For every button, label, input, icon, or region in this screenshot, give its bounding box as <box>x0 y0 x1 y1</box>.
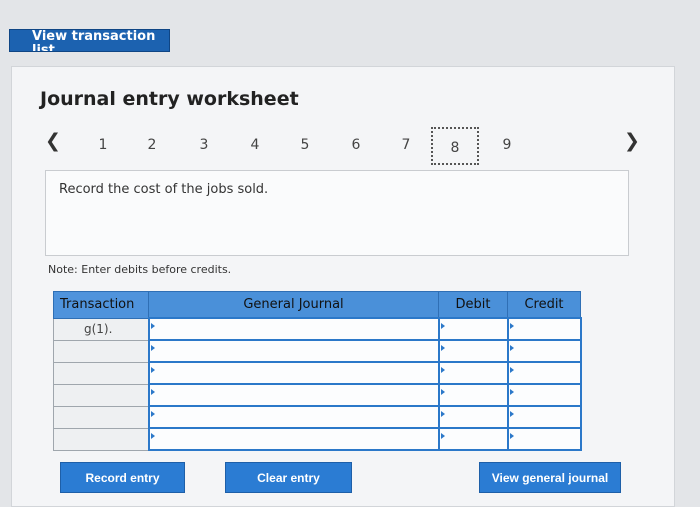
debit-input[interactable] <box>437 427 509 451</box>
page-5[interactable]: 5 <box>295 137 315 153</box>
credit-input[interactable] <box>506 383 582 407</box>
transaction-cell: g(1). <box>53 317 149 341</box>
clear-entry-button[interactable]: Clear entry <box>225 462 352 493</box>
page-1[interactable]: 1 <box>93 137 113 153</box>
table-row <box>53 427 582 451</box>
page-7[interactable]: 7 <box>396 137 416 153</box>
credit-input[interactable] <box>506 339 582 363</box>
note-text: Note: Enter debits before credits. <box>48 263 232 276</box>
table-row <box>53 339 582 363</box>
page-2[interactable]: 2 <box>142 137 162 153</box>
debit-input[interactable] <box>437 361 509 385</box>
page-6[interactable]: 6 <box>346 137 366 153</box>
chevron-right-icon[interactable]: ❯ <box>624 130 640 152</box>
table-row <box>53 361 582 385</box>
table-row <box>53 405 582 429</box>
page-8-active[interactable]: 8 <box>431 127 479 165</box>
credit-input[interactable] <box>506 405 582 429</box>
header-credit: Credit <box>507 291 581 319</box>
table-row: g(1). <box>53 317 582 341</box>
view-general-journal-button[interactable]: View general journal <box>479 462 621 493</box>
account-input[interactable] <box>147 405 440 429</box>
account-input[interactable] <box>147 361 440 385</box>
transaction-cell <box>53 383 149 407</box>
debit-input[interactable] <box>437 317 509 341</box>
page-4[interactable]: 4 <box>245 137 265 153</box>
account-input[interactable] <box>147 317 440 341</box>
credit-input[interactable] <box>506 361 582 385</box>
account-input[interactable] <box>147 427 440 451</box>
transaction-cell <box>53 405 149 429</box>
header-debit: Debit <box>438 291 508 319</box>
debit-input[interactable] <box>437 405 509 429</box>
account-input[interactable] <box>147 383 440 407</box>
header-general-journal: General Journal <box>148 291 439 319</box>
credit-input[interactable] <box>506 317 582 341</box>
view-transaction-list-button[interactable]: View transaction list <box>9 29 170 52</box>
page-3[interactable]: 3 <box>194 137 214 153</box>
debit-input[interactable] <box>437 383 509 407</box>
record-entry-button[interactable]: Record entry <box>60 462 185 493</box>
worksheet-title: Journal entry worksheet <box>40 88 299 110</box>
credit-input[interactable] <box>506 427 582 451</box>
transaction-cell <box>53 427 149 451</box>
debit-input[interactable] <box>437 339 509 363</box>
transaction-cell <box>53 339 149 363</box>
chevron-left-icon[interactable]: ❮ <box>45 130 61 152</box>
prompt-text: Record the cost of the jobs sold. <box>59 182 269 197</box>
account-input[interactable] <box>147 339 440 363</box>
journal-table: Transaction General Journal Debit Credit… <box>53 291 582 451</box>
header-transaction: Transaction <box>53 291 149 319</box>
transaction-cell <box>53 361 149 385</box>
page-9[interactable]: 9 <box>497 137 517 153</box>
table-row <box>53 383 582 407</box>
